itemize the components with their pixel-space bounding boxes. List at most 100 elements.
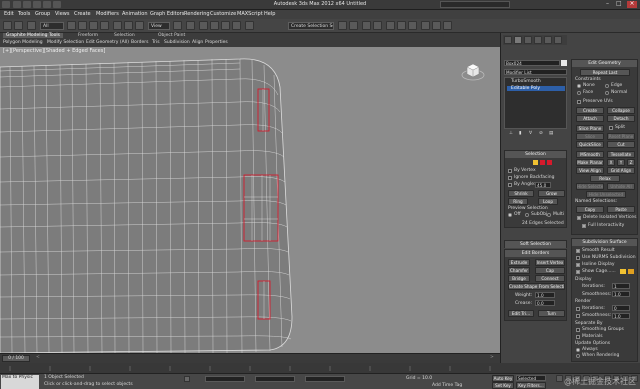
render-smoothness-field[interactable]: 1.0 [612, 313, 630, 319]
edit-borders-header[interactable]: Edit Borders [505, 250, 566, 257]
select-by-name-icon[interactable] [78, 21, 87, 30]
selection-filter-dropdown[interactable]: All [40, 22, 64, 30]
rotate-icon[interactable] [124, 21, 133, 30]
move-icon[interactable] [113, 21, 122, 30]
viewcube-icon[interactable] [461, 59, 485, 83]
tab-object-paint[interactable]: Object Paint [158, 33, 185, 38]
menu-create[interactable]: Create [74, 11, 91, 17]
weight-field[interactable]: 1.0 [535, 292, 555, 298]
pivot-icon[interactable] [173, 21, 182, 30]
hide-selected-button[interactable]: Hide Selected [576, 183, 604, 190]
smooth-result-checkbox[interactable] [576, 249, 580, 253]
smoothing-groups-checkbox[interactable] [576, 328, 580, 332]
view-align-button[interactable]: View Align [576, 167, 604, 174]
object-color-swatch[interactable] [561, 60, 567, 66]
smoothness-field[interactable]: 1.0 [612, 291, 630, 297]
time-slider-thumb[interactable]: 0 / 100 [2, 355, 30, 362]
hide-unselected-button[interactable]: Hide Unselected [586, 191, 626, 198]
select-manipulate-icon[interactable] [186, 21, 195, 30]
update-always-radio[interactable] [576, 348, 580, 352]
cap-button[interactable]: Cap [535, 267, 565, 274]
crease-field[interactable]: 0.0 [535, 300, 555, 306]
make-unique-icon[interactable]: ∀ [529, 131, 532, 136]
planar-x-button[interactable]: X [607, 159, 615, 166]
stack-item-turbosmooth[interactable]: TurboSmooth [507, 79, 565, 84]
tessellate-button[interactable]: Tessellate [607, 151, 635, 158]
turn-button[interactable]: Turn [538, 310, 565, 317]
loop-button[interactable]: Loop [538, 198, 558, 205]
menu-tools[interactable]: Tools [18, 11, 30, 17]
copy-button[interactable]: Copy [576, 206, 604, 213]
select-object-icon[interactable] [67, 21, 76, 30]
constraint-edge-radio[interactable] [605, 84, 609, 88]
reset-plane-button[interactable]: Reset Plane [607, 133, 635, 140]
object-name-field[interactable]: Box024 [504, 60, 560, 66]
cut-button[interactable]: Cut [607, 141, 635, 148]
create-button[interactable]: Create [576, 107, 604, 114]
configure-sets-icon[interactable]: ▤ [549, 131, 553, 136]
cage-selected-color-swatch[interactable] [628, 269, 634, 274]
menu-help[interactable]: Help [264, 11, 275, 17]
ribbon-polygon-modeling[interactable]: Polygon Modeling [3, 40, 43, 45]
track-bar[interactable] [0, 363, 640, 373]
ribbon-subdivision[interactable]: Subdivision [164, 40, 190, 45]
edit-tri-button[interactable]: Edit Tri... [508, 310, 534, 317]
polygon-subobject-icon[interactable] [547, 160, 552, 165]
repeat-last-button[interactable]: Repeat Last [580, 69, 630, 76]
z-coordinate-field[interactable] [305, 376, 345, 382]
maxscript-input[interactable] [1, 382, 39, 389]
menu-edit[interactable]: Edit [4, 11, 14, 17]
rendered-frame-icon[interactable] [432, 21, 441, 30]
preview-multi-radio[interactable] [547, 213, 551, 217]
ribbon-modify-selection[interactable]: Modify Selection [47, 40, 84, 45]
by-vertex-checkbox[interactable] [508, 169, 512, 173]
by-angle-field[interactable]: 45.0 [535, 182, 551, 188]
render-smoothness-checkbox[interactable] [576, 314, 580, 318]
shrink-button[interactable]: Shrink [508, 190, 534, 197]
pin-stack-icon[interactable]: ⊥ [509, 131, 513, 136]
quickslice-button[interactable]: QuickSlice [576, 141, 604, 148]
constraint-normal-radio[interactable] [605, 91, 609, 95]
material-editor-icon[interactable] [408, 21, 417, 30]
iterations-field[interactable]: 1 [612, 283, 630, 289]
connect-button[interactable]: Connect [535, 275, 565, 282]
perspective-viewport[interactable]: [+][Perspective][Shaded + Edged Faces] [0, 47, 500, 353]
ribbon-edit[interactable]: Edit [86, 40, 95, 45]
time-slider[interactable]: 0 / 100 < > [0, 353, 500, 363]
render-iterations-checkbox[interactable] [576, 307, 580, 311]
ring-button[interactable]: Ring [508, 198, 528, 205]
modifier-list-dropdown[interactable]: Modifier List [504, 69, 567, 75]
menu-animation[interactable]: Animation [122, 11, 148, 17]
ribbon-tris[interactable]: Tris [152, 40, 160, 45]
schematic-view-icon[interactable] [397, 21, 406, 30]
grow-button[interactable]: Grow [538, 190, 565, 197]
menu-graph-editors[interactable]: Graph Editors [150, 11, 184, 17]
slice-button[interactable]: Slice [576, 133, 604, 140]
materials-checkbox[interactable] [576, 335, 580, 339]
update-rendering-radio[interactable] [576, 354, 580, 358]
preview-subobj-radio[interactable] [525, 213, 529, 217]
tab-selection[interactable]: Selection [114, 33, 135, 38]
mirror-icon[interactable] [338, 21, 347, 30]
soft-selection-header[interactable]: Soft Selection [505, 241, 566, 248]
close-icon[interactable]: × [627, 1, 637, 8]
collapse-button[interactable]: Collapse [607, 107, 635, 114]
selection-header[interactable]: Selection [505, 151, 566, 158]
utilities-tab-icon[interactable] [554, 36, 562, 44]
key-filters-button[interactable]: Key Filters... [516, 382, 546, 389]
constraint-none-radio[interactable] [577, 84, 581, 88]
lock-selection-icon[interactable] [184, 376, 190, 382]
menu-rendering[interactable]: Rendering [184, 11, 210, 17]
msmooth-button[interactable]: MSmooth [576, 151, 604, 158]
time-slider-next[interactable]: > [490, 355, 494, 360]
ribbon-properties[interactable]: Properties [205, 40, 228, 45]
render-setup-icon[interactable] [421, 21, 430, 30]
link-icon[interactable] [27, 21, 36, 30]
edit-named-selection-icon[interactable] [245, 21, 254, 30]
menu-customize[interactable]: Customize [210, 11, 236, 17]
modify-tab-icon[interactable] [514, 36, 522, 44]
attach-button[interactable]: Attach [576, 115, 604, 122]
y-coordinate-field[interactable] [255, 376, 295, 382]
preserve-uvs-checkbox[interactable] [577, 100, 581, 104]
go-to-start-icon[interactable] [556, 375, 563, 382]
